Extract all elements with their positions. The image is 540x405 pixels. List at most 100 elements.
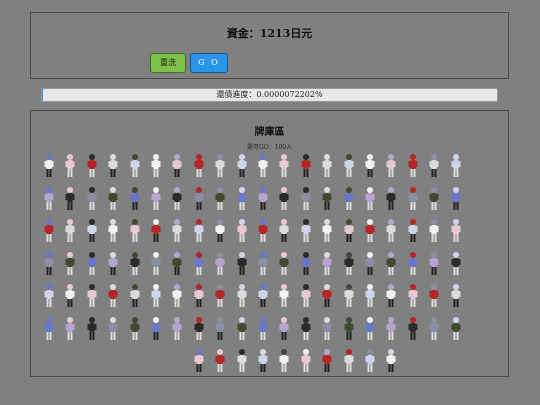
character-card[interactable] bbox=[300, 153, 312, 179]
character-card[interactable] bbox=[385, 153, 397, 179]
character-card[interactable] bbox=[407, 283, 419, 309]
character-card[interactable] bbox=[171, 251, 183, 277]
character-card[interactable] bbox=[364, 251, 376, 277]
character-card[interactable] bbox=[450, 251, 462, 277]
character-card[interactable] bbox=[236, 348, 248, 374]
character-card[interactable] bbox=[150, 218, 162, 244]
character-card[interactable] bbox=[236, 153, 248, 179]
character-card[interactable] bbox=[107, 153, 119, 179]
character-card[interactable] bbox=[171, 283, 183, 309]
character-card[interactable] bbox=[107, 283, 119, 309]
character-card[interactable] bbox=[43, 316, 55, 342]
character-card[interactable] bbox=[428, 251, 440, 277]
character-card[interactable] bbox=[193, 283, 205, 309]
character-card[interactable] bbox=[214, 283, 226, 309]
character-card[interactable] bbox=[236, 218, 248, 244]
character-card[interactable] bbox=[278, 283, 290, 309]
character-card[interactable] bbox=[385, 218, 397, 244]
character-card[interactable] bbox=[428, 153, 440, 179]
character-card[interactable] bbox=[86, 186, 98, 212]
character-card[interactable] bbox=[407, 153, 419, 179]
character-card[interactable] bbox=[343, 283, 355, 309]
character-card[interactable] bbox=[343, 186, 355, 212]
character-card[interactable] bbox=[257, 316, 269, 342]
character-card[interactable] bbox=[150, 153, 162, 179]
character-card[interactable] bbox=[214, 153, 226, 179]
character-card[interactable] bbox=[407, 218, 419, 244]
character-card[interactable] bbox=[107, 251, 119, 277]
character-card[interactable] bbox=[450, 186, 462, 212]
character-card[interactable] bbox=[129, 283, 141, 309]
character-card[interactable] bbox=[107, 218, 119, 244]
character-card[interactable] bbox=[107, 316, 119, 342]
character-card[interactable] bbox=[364, 218, 376, 244]
character-card[interactable] bbox=[86, 283, 98, 309]
character-card[interactable] bbox=[43, 153, 55, 179]
character-card[interactable] bbox=[428, 186, 440, 212]
character-card[interactable] bbox=[129, 186, 141, 212]
character-card[interactable] bbox=[300, 316, 312, 342]
character-card[interactable] bbox=[343, 251, 355, 277]
character-card[interactable] bbox=[193, 251, 205, 277]
character-card[interactable] bbox=[300, 251, 312, 277]
character-card[interactable] bbox=[171, 218, 183, 244]
character-card[interactable] bbox=[385, 283, 397, 309]
character-card[interactable] bbox=[385, 348, 397, 374]
character-card[interactable] bbox=[257, 186, 269, 212]
character-card[interactable] bbox=[86, 316, 98, 342]
character-card[interactable] bbox=[278, 348, 290, 374]
character-card[interactable] bbox=[86, 251, 98, 277]
character-card[interactable] bbox=[43, 283, 55, 309]
character-card[interactable] bbox=[257, 283, 269, 309]
character-card[interactable] bbox=[450, 283, 462, 309]
character-card[interactable] bbox=[257, 153, 269, 179]
character-card[interactable] bbox=[321, 153, 333, 179]
character-card[interactable] bbox=[257, 218, 269, 244]
character-card[interactable] bbox=[407, 316, 419, 342]
character-card[interactable] bbox=[150, 186, 162, 212]
character-card[interactable] bbox=[385, 251, 397, 277]
character-card[interactable] bbox=[257, 251, 269, 277]
character-card[interactable] bbox=[193, 348, 205, 374]
character-card[interactable] bbox=[278, 153, 290, 179]
character-card[interactable] bbox=[171, 316, 183, 342]
character-card[interactable] bbox=[236, 186, 248, 212]
character-card[interactable] bbox=[428, 218, 440, 244]
character-card[interactable] bbox=[171, 186, 183, 212]
character-card[interactable] bbox=[129, 251, 141, 277]
character-card[interactable] bbox=[321, 218, 333, 244]
character-card[interactable] bbox=[364, 316, 376, 342]
character-card[interactable] bbox=[214, 316, 226, 342]
character-card[interactable] bbox=[278, 186, 290, 212]
character-card[interactable] bbox=[364, 283, 376, 309]
character-card[interactable] bbox=[321, 186, 333, 212]
character-card[interactable] bbox=[150, 283, 162, 309]
character-card[interactable] bbox=[364, 186, 376, 212]
character-card[interactable] bbox=[193, 186, 205, 212]
character-card[interactable] bbox=[300, 283, 312, 309]
character-card[interactable] bbox=[343, 316, 355, 342]
character-card[interactable] bbox=[193, 153, 205, 179]
character-card[interactable] bbox=[385, 316, 397, 342]
character-card[interactable] bbox=[278, 218, 290, 244]
character-card[interactable] bbox=[364, 153, 376, 179]
character-card[interactable] bbox=[385, 186, 397, 212]
reset-button[interactable]: 重洗 bbox=[150, 53, 186, 73]
character-card[interactable] bbox=[236, 316, 248, 342]
character-card[interactable] bbox=[193, 316, 205, 342]
character-card[interactable] bbox=[343, 348, 355, 374]
character-card[interactable] bbox=[300, 186, 312, 212]
character-card[interactable] bbox=[428, 316, 440, 342]
character-card[interactable] bbox=[450, 218, 462, 244]
character-card[interactable] bbox=[214, 251, 226, 277]
character-card[interactable] bbox=[43, 251, 55, 277]
character-card[interactable] bbox=[428, 283, 440, 309]
character-card[interactable] bbox=[214, 218, 226, 244]
character-card[interactable] bbox=[236, 283, 248, 309]
character-card[interactable] bbox=[407, 251, 419, 277]
character-card[interactable] bbox=[343, 153, 355, 179]
character-card[interactable] bbox=[171, 153, 183, 179]
character-card[interactable] bbox=[407, 186, 419, 212]
character-card[interactable] bbox=[214, 348, 226, 374]
character-card[interactable] bbox=[64, 283, 76, 309]
